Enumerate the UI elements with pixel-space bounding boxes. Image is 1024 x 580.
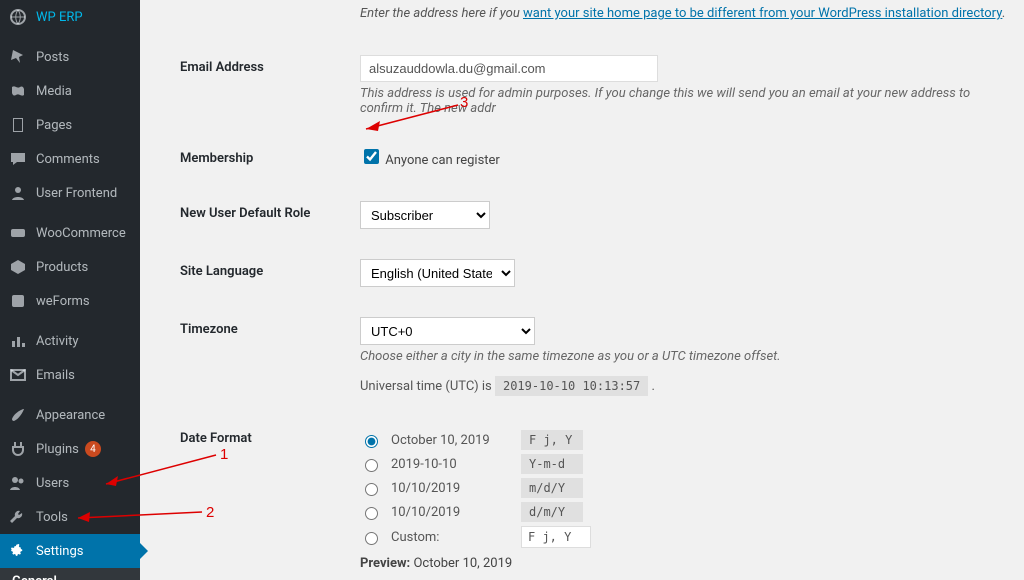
date-format-option[interactable]: 2019-10-10 Y-m-d — [360, 454, 1014, 474]
sidebar-item-activity[interactable]: Activity — [0, 324, 140, 358]
date-format-display: Custom: — [391, 530, 511, 545]
mail-icon — [8, 365, 28, 385]
sidebar-item-label: Tools — [36, 510, 68, 525]
email-input[interactable] — [360, 55, 658, 82]
utc-prefix: Universal time (UTC) is — [360, 379, 495, 394]
label-default-role: New User Default Role — [180, 206, 310, 221]
url-hint-text: Enter the address here if you — [360, 6, 523, 21]
timezone-description: Choose either a city in the same timezon… — [360, 349, 1014, 364]
sidebar-item-woocommerce[interactable]: WooCommerce — [0, 216, 140, 250]
date-format-option[interactable]: Custom: — [360, 526, 1014, 548]
sidebar-item-weforms[interactable]: weForms — [0, 284, 140, 318]
label-date-format: Date Format — [180, 431, 252, 446]
sidebar-item-media[interactable]: Media — [0, 74, 140, 108]
language-select[interactable]: English (United States) — [360, 259, 515, 287]
chart-icon — [8, 331, 28, 351]
sidebar-item-label: Plugins — [36, 442, 79, 457]
sidebar-item-label: Products — [36, 260, 88, 275]
date-format-radio[interactable] — [365, 459, 378, 472]
sidebar-item-label: WP ERP — [36, 10, 83, 25]
media-icon — [8, 81, 28, 101]
date-format-radio[interactable] — [365, 532, 378, 545]
timezone-select[interactable]: UTC+0 — [360, 317, 535, 345]
label-language: Site Language — [180, 264, 263, 279]
date-format-code: F j, Y — [521, 430, 583, 450]
label-timezone: Timezone — [180, 322, 238, 337]
globe-icon — [8, 7, 28, 27]
sidebar-item-label: weForms — [36, 294, 90, 309]
weform-icon — [8, 291, 28, 311]
woo-icon — [8, 223, 28, 243]
utc-time-value: 2019-10-10 10:13:57 — [495, 376, 648, 396]
settings-general-form: Enter the address here if you want your … — [160, 0, 1024, 580]
sidebar-item-label: Users — [36, 476, 69, 491]
sidebar-item-label: Emails — [36, 368, 75, 383]
sidebar-item-label: Comments — [36, 152, 100, 167]
date-format-custom-input[interactable] — [521, 526, 591, 548]
box-icon — [8, 257, 28, 277]
sidebar-item-products[interactable]: Products — [0, 250, 140, 284]
sidebar-item-user-frontend[interactable]: User Frontend — [0, 176, 140, 210]
sidebar-item-label: Settings — [36, 544, 83, 559]
date-format-code: d/m/Y — [521, 502, 583, 522]
sidebar-item-label: Appearance — [36, 408, 105, 423]
sidebar-item-label: WooCommerce — [36, 226, 126, 241]
settings-submenu: GeneralWritingReading — [0, 568, 140, 580]
date-format-code: Y-m-d — [521, 454, 583, 474]
plug-icon — [8, 439, 28, 459]
pin-icon — [8, 47, 28, 67]
users-icon — [8, 473, 28, 493]
wrench-icon — [8, 507, 28, 527]
sidebar-item-settings[interactable]: Settings — [0, 534, 140, 568]
settings-sub-general[interactable]: General — [0, 568, 140, 580]
gear-icon — [8, 541, 28, 561]
sidebar-item-tools[interactable]: Tools — [0, 500, 140, 534]
date-format-radio[interactable] — [365, 435, 378, 448]
sidebar-item-wp-erp[interactable]: WP ERP — [0, 0, 140, 34]
date-format-radio[interactable] — [365, 483, 378, 496]
sidebar-item-comments[interactable]: Comments — [0, 142, 140, 176]
admin-sidebar: WP ERP Posts Media Pages Comments User Fronte… — [0, 0, 140, 580]
date-preview-label: Preview: — [360, 556, 410, 571]
date-format-option[interactable]: October 10, 2019 F j, Y — [360, 430, 1014, 450]
email-description: This address is used for admin purposes.… — [360, 86, 1014, 116]
sidebar-item-pages[interactable]: Pages — [0, 108, 140, 142]
page-icon — [8, 115, 28, 135]
date-preview-value: October 10, 2019 — [413, 556, 512, 571]
sidebar-item-label: Activity — [36, 334, 79, 349]
sidebar-item-emails[interactable]: Emails — [0, 358, 140, 392]
sidebar-item-appearance[interactable]: Appearance — [0, 398, 140, 432]
sidebar-item-label: User Frontend — [36, 186, 117, 201]
update-badge: 4 — [85, 441, 101, 457]
membership-checkbox-label: Anyone can register — [385, 153, 500, 168]
membership-checkbox-wrap[interactable]: Anyone can register — [360, 153, 500, 168]
date-format-display: 2019-10-10 — [391, 457, 511, 472]
date-format-display: 10/10/2019 — [391, 481, 511, 496]
label-membership: Membership — [180, 151, 253, 166]
membership-checkbox[interactable] — [364, 149, 379, 164]
date-format-display: October 10, 2019 — [391, 433, 511, 448]
user-icon — [8, 183, 28, 203]
date-format-radio[interactable] — [365, 507, 378, 520]
date-format-display: 10/10/2019 — [391, 505, 511, 520]
sidebar-item-label: Media — [36, 84, 72, 99]
sidebar-item-plugins[interactable]: Plugins 4 — [0, 432, 140, 466]
brush-icon — [8, 405, 28, 425]
sidebar-item-users[interactable]: Users — [0, 466, 140, 500]
comment-icon — [8, 149, 28, 169]
sidebar-item-label: Pages — [36, 118, 72, 133]
date-format-code: m/d/Y — [521, 478, 583, 498]
sidebar-item-label: Posts — [36, 50, 69, 65]
default-role-select[interactable]: Subscriber — [360, 201, 490, 229]
date-format-option[interactable]: 10/10/2019 d/m/Y — [360, 502, 1014, 522]
date-format-option[interactable]: 10/10/2019 m/d/Y — [360, 478, 1014, 498]
url-hint-link[interactable]: want your site home page to be different… — [523, 6, 1002, 21]
sidebar-item-posts[interactable]: Posts — [0, 40, 140, 74]
label-email: Email Address — [180, 60, 264, 75]
